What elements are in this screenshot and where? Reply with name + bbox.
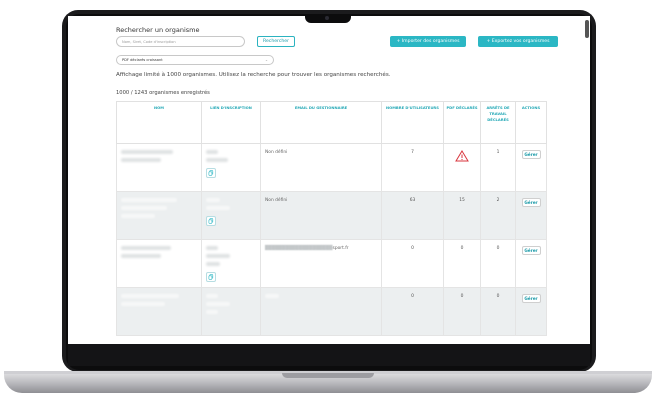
header-signup-link[interactable]: LIEN D'INSCRIPTION (201, 101, 261, 144)
manager-email-cell: Non défini (260, 143, 382, 192)
org-name-cell (116, 191, 202, 240)
redacted-name (121, 206, 167, 210)
screen: Rechercher un organisme Nom, Siret, Code… (68, 16, 590, 344)
header-actions: ACTIONS (515, 101, 547, 144)
user-count-cell: 0 (381, 239, 444, 288)
warning-triangle-icon (455, 150, 469, 164)
manage-button[interactable]: Gérer (521, 150, 541, 159)
search-button[interactable]: Rechercher (257, 36, 295, 47)
user-count-cell: 63 (381, 191, 444, 240)
redacted-link (206, 262, 220, 266)
pdf-declared-cell: 0 (443, 239, 481, 288)
sort-select[interactable]: PDF déclarés croissant ⌄ (116, 55, 274, 65)
copy-icon[interactable] (206, 272, 216, 282)
redacted-name (121, 294, 179, 298)
sort-select-value: PDF déclarés croissant (122, 58, 163, 62)
pdf-declared-cell: 0 (443, 287, 481, 336)
manage-button[interactable]: Gérer (521, 246, 541, 255)
search-input[interactable]: Nom, Siret, Code d'inscription (116, 36, 245, 47)
sick-leave-cell: 0 (480, 287, 516, 336)
header-name[interactable]: NOM (116, 101, 202, 144)
table-row: Non défini 7 1 Gérer (116, 143, 547, 192)
redacted-link (206, 310, 218, 314)
manage-button[interactable]: Gérer (521, 294, 541, 303)
org-name-cell (116, 143, 202, 192)
manager-email-cell: Non défini (260, 191, 382, 240)
laptop-frame: Rechercher un organisme Nom, Siret, Code… (0, 0, 656, 399)
screen-chin (68, 344, 590, 366)
redacted-name (121, 254, 161, 258)
org-name-cell (116, 239, 202, 288)
actions-cell: Gérer (515, 191, 547, 240)
signup-link-cell (201, 143, 261, 192)
signup-link-cell (201, 239, 261, 288)
organism-count: 1000 / 1243 organismes enregistrés (116, 90, 210, 96)
header-sick-leave-declared[interactable]: ARRÊTS DE TRAVAIL DÉCLARÉS (480, 101, 516, 144)
pdf-declared-cell (443, 143, 481, 192)
redacted-name (121, 214, 155, 218)
import-organisms-button[interactable]: + Importer des organismes (390, 36, 466, 47)
header-pdf-declared[interactable]: PDF DÉCLARÉS (443, 101, 481, 144)
redacted-email-prefix: ████████████████████ (265, 246, 333, 251)
redacted-link (206, 294, 218, 298)
chevron-down-icon: ⌄ (264, 58, 268, 62)
redacted-name (121, 150, 173, 154)
table-row: 0 0 0 Gérer (116, 287, 547, 336)
copy-icon[interactable] (206, 216, 216, 226)
manager-email-domain: sport.fr (332, 246, 349, 251)
user-count-cell: 7 (381, 143, 444, 192)
manager-email-cell: ████████████████████sport.fr (260, 239, 382, 288)
redacted-link (206, 206, 230, 210)
limit-notice: Affichage limité à 1000 organismes. Util… (116, 72, 391, 78)
organisms-table: NOM LIEN D'INSCRIPTION EMAIL DU GESTIONN… (116, 101, 547, 336)
user-count-cell: 0 (381, 287, 444, 336)
manager-email-cell (260, 287, 382, 336)
redacted-link (206, 302, 230, 306)
actions-cell: Gérer (515, 239, 547, 288)
redacted-name (121, 302, 165, 306)
signup-link-cell (201, 191, 261, 240)
redacted-link (206, 246, 218, 250)
redacted-link (206, 158, 228, 162)
table-row: ████████████████████sport.fr 0 0 0 Gérer (116, 239, 547, 288)
search-title: Rechercher un organisme (116, 26, 200, 34)
redacted-name (121, 198, 177, 202)
scrollbar[interactable] (585, 20, 589, 38)
manage-button[interactable]: Gérer (521, 198, 541, 207)
actions-cell: Gérer (515, 143, 547, 192)
sick-leave-cell: 0 (480, 239, 516, 288)
header-user-count[interactable]: NOMBRE D'UTILISATEURS (381, 101, 444, 144)
redacted-name (121, 158, 161, 162)
header-manager-email[interactable]: EMAIL DU GESTIONNAIRE (260, 101, 382, 144)
export-organisms-button[interactable]: + Exportez vos organismes (478, 36, 558, 47)
signup-link-cell (201, 287, 261, 336)
camera-icon (325, 16, 329, 20)
laptop-opening-groove (282, 373, 374, 378)
sick-leave-cell: 2 (480, 191, 516, 240)
redacted-link (206, 150, 218, 154)
table-header-row: NOM LIEN D'INSCRIPTION EMAIL DU GESTIONN… (116, 101, 547, 144)
actions-cell: Gérer (515, 287, 547, 336)
redacted-email (265, 294, 279, 298)
redacted-link (206, 198, 220, 202)
redacted-link (206, 254, 230, 258)
copy-icon[interactable] (206, 168, 216, 178)
org-name-cell (116, 287, 202, 336)
sick-leave-cell: 1 (480, 143, 516, 192)
redacted-name (121, 246, 171, 250)
table-row: Non défini 63 15 2 Gérer (116, 191, 547, 240)
pdf-declared-cell: 15 (443, 191, 481, 240)
